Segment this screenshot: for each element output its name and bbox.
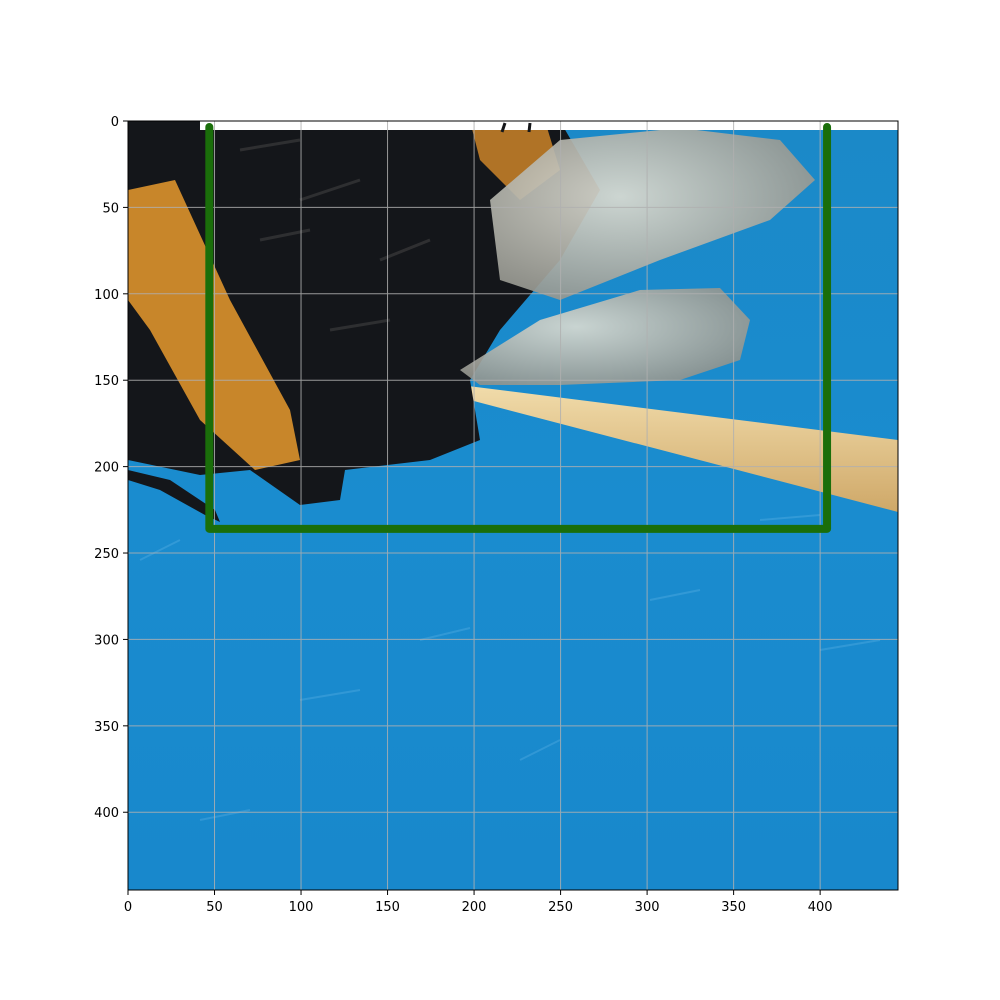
y-tick-label: 350: [94, 720, 119, 735]
y-tick-label: 300: [94, 633, 119, 648]
x-tick-label: 400: [808, 900, 833, 915]
y-tick-label: 150: [94, 374, 119, 389]
x-tick-label: 50: [206, 900, 223, 915]
y-axis-ticks: 0 50 100 150 200 250 300 350 400: [94, 115, 128, 821]
x-tick-label: 150: [375, 900, 400, 915]
figure: 0 50 100 150 200 250 300 350 400 0 50 100 150 200 250…: [94, 115, 899, 915]
y-tick-label: 250: [94, 547, 119, 562]
bee-photo: [128, 121, 898, 890]
y-tick-label: 200: [94, 461, 119, 476]
x-tick-label: 300: [635, 900, 660, 915]
x-tick-label: 0: [124, 900, 132, 915]
top-white-strip: [200, 121, 898, 130]
y-tick-label: 50: [102, 201, 119, 216]
x-tick-label: 250: [548, 900, 573, 915]
y-tick-label: 100: [94, 288, 119, 303]
y-tick-label: 400: [94, 806, 119, 821]
x-tick-label: 200: [462, 900, 487, 915]
x-axis-ticks: 0 50 100 150 200 250 300 350 400: [124, 890, 833, 915]
x-tick-label: 350: [721, 900, 746, 915]
x-tick-label: 100: [289, 900, 314, 915]
y-tick-label: 0: [111, 115, 119, 130]
